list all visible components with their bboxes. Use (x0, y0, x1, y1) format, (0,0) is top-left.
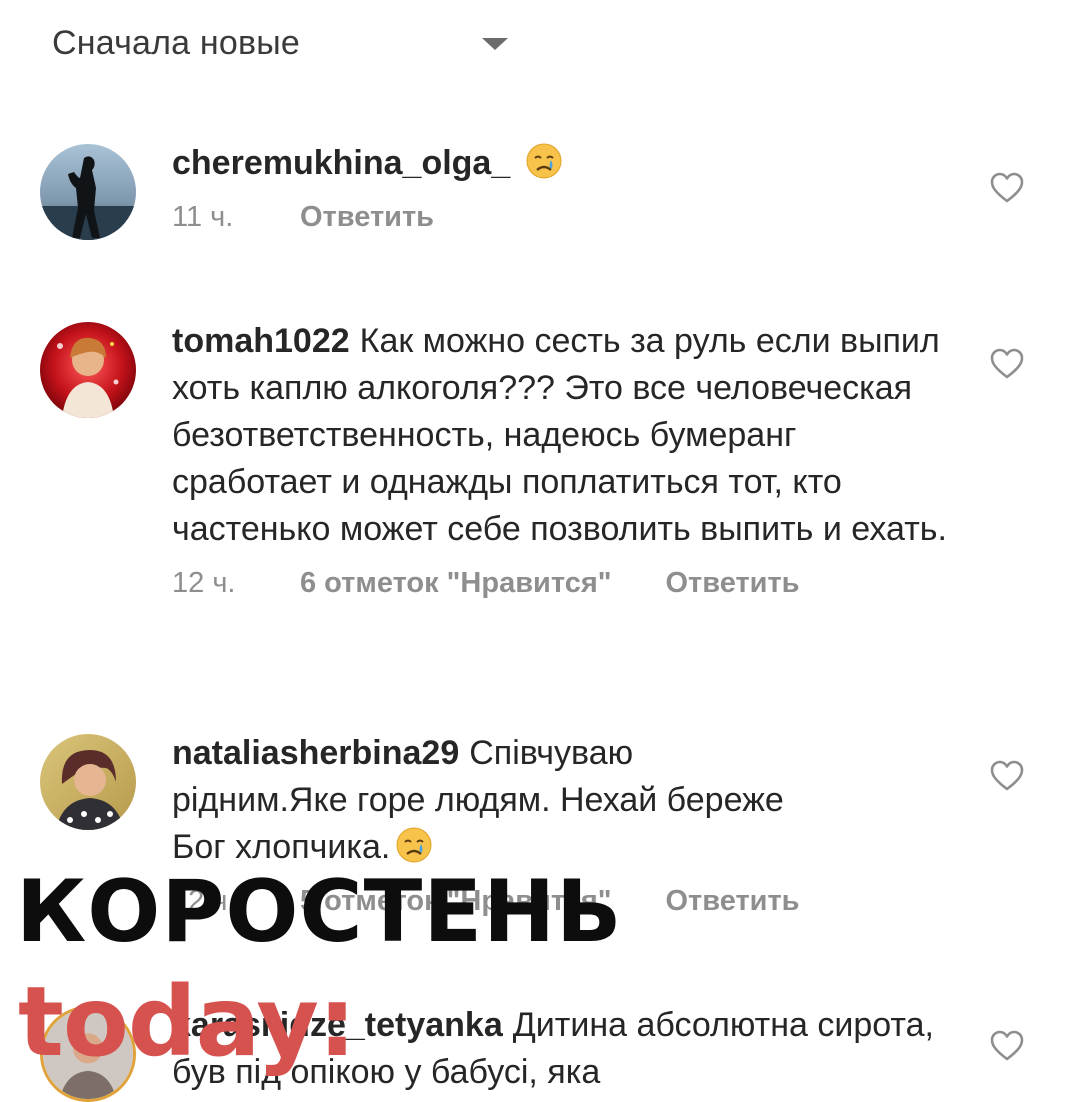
comment-time: 12 ч. (172, 885, 236, 917)
comment-username[interactable]: nataliasherbina29 (172, 734, 459, 772)
avatar[interactable] (40, 144, 136, 240)
comment-meta: 12 ч. 5 отметок "Нравится" Ответить (172, 885, 962, 918)
avatar[interactable] (40, 1006, 136, 1102)
crying-face-emoji-icon (526, 143, 562, 179)
avatar[interactable] (40, 322, 136, 418)
sort-dropdown[interactable]: Сначала новые (52, 18, 512, 68)
chevron-down-icon (482, 38, 508, 50)
comment-text-block: cheremukhina_olga_ (172, 140, 962, 187)
avatar[interactable] (40, 734, 136, 830)
comment-username[interactable]: karasilidze_tetyanka (172, 1006, 503, 1044)
reply-button[interactable]: Ответить (666, 567, 800, 600)
comment-body: cheremukhina_olga_ 11 ч. Ответить (172, 140, 962, 234)
comment-text-block: nataliasherbina29 Співчуваю рідним.Яке го… (172, 730, 792, 871)
heart-icon[interactable] (990, 760, 1024, 792)
comment-time: 12 ч. (172, 567, 236, 599)
comment-time: 11 ч. (172, 201, 234, 233)
heart-icon[interactable] (990, 1030, 1024, 1062)
comment-body: tomah1022 Как можно сесть за руль если вы… (172, 318, 962, 600)
comment-body: karasilidze_tetyanka Дитина абсолютна сир… (172, 1002, 962, 1096)
comment-username[interactable]: tomah1022 (172, 322, 350, 360)
sort-label: Сначала новые (52, 23, 301, 62)
likes-count[interactable]: 6 отметок "Нравится" (300, 567, 612, 600)
reply-button[interactable]: Ответить (666, 885, 800, 918)
heart-icon[interactable] (990, 348, 1024, 380)
comment-text-block: tomah1022 Как можно сесть за руль если вы… (172, 318, 962, 553)
crying-face-emoji-icon (396, 827, 432, 863)
comment-text-block: karasilidze_tetyanka Дитина абсолютна сир… (172, 1002, 962, 1096)
heart-icon[interactable] (990, 172, 1024, 204)
comment-username[interactable]: cheremukhina_olga_ (172, 144, 510, 182)
comment-body: nataliasherbina29 Співчуваю рідним.Яке го… (172, 730, 962, 918)
likes-count[interactable]: 5 отметок "Нравится" (300, 885, 612, 918)
reply-button[interactable]: Ответить (300, 201, 434, 234)
comment-meta: 12 ч. 6 отметок "Нравится" Ответить (172, 567, 962, 600)
comment-meta: 11 ч. Ответить (172, 201, 962, 234)
